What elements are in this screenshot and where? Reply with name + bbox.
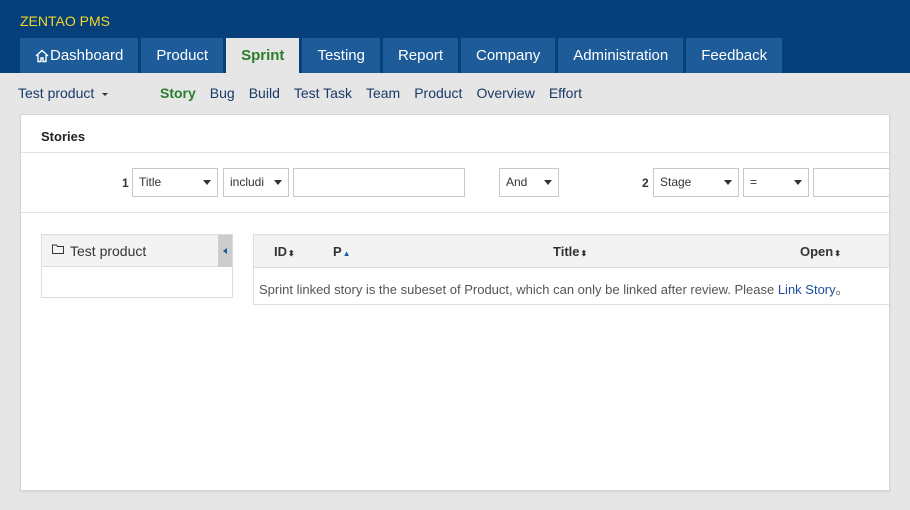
- column-open-label: Open: [800, 244, 834, 259]
- operator-select-2[interactable]: =: [743, 168, 809, 197]
- field-select-1-value: Title: [139, 175, 162, 189]
- field-select-2[interactable]: Stage: [653, 168, 739, 197]
- main-nav: Dashboard Product Sprint Testing Report …: [20, 38, 785, 73]
- collapse-tree-button[interactable]: [218, 235, 232, 267]
- tab-company[interactable]: Company: [461, 38, 556, 73]
- sort-asc-icon: ▲: [342, 249, 351, 258]
- column-id[interactable]: ID⬍: [274, 244, 295, 259]
- caret-down-icon: [102, 92, 109, 96]
- sub-menu: Story Bug Build Test Task Team Product O…: [160, 85, 596, 101]
- panel-title: Stories: [21, 115, 889, 153]
- link-story-link[interactable]: Link Story: [778, 282, 836, 297]
- field-select-1[interactable]: Title: [132, 168, 218, 197]
- operator-select-1[interactable]: includi: [223, 168, 289, 197]
- submenu-product[interactable]: Product: [414, 85, 462, 101]
- dropdown-arrow-icon: [203, 180, 211, 185]
- sort-icon: ⬍: [580, 249, 588, 258]
- value-input-1[interactable]: [293, 168, 465, 197]
- dropdown-arrow-icon: [724, 180, 732, 185]
- home-icon: [35, 49, 49, 62]
- tab-report[interactable]: Report: [382, 38, 458, 73]
- submenu-story[interactable]: Story: [160, 85, 196, 101]
- sub-nav-bar: Test product Story Bug Build Test Task T…: [0, 73, 910, 113]
- search-form: 1 Title includi And 2 Stage =: [21, 154, 889, 213]
- tab-product[interactable]: Product: [141, 38, 224, 73]
- column-priority[interactable]: P▲: [333, 244, 351, 259]
- table-header: ID⬍ P▲ Title⬍ Open⬍: [254, 235, 889, 268]
- folder-icon: [52, 244, 64, 254]
- dropdown-arrow-icon: [544, 180, 552, 185]
- product-switcher-label: Test product: [18, 85, 95, 101]
- tab-testing[interactable]: Testing: [302, 38, 380, 73]
- column-open[interactable]: Open⬍: [800, 244, 841, 259]
- dropdown-arrow-icon: [274, 180, 282, 185]
- tree-root-label[interactable]: Test product: [70, 243, 146, 259]
- top-bar: ZENTAO PMS Dashboard Product Sprint Test…: [0, 0, 910, 73]
- product-tree: Test product: [41, 234, 233, 298]
- submenu-effort[interactable]: Effort: [549, 85, 582, 101]
- submenu-build[interactable]: Build: [249, 85, 280, 101]
- submenu-bug[interactable]: Bug: [210, 85, 235, 101]
- column-id-label: ID: [274, 244, 287, 259]
- field-select-2-value: Stage: [660, 175, 692, 189]
- logic-select[interactable]: And: [499, 168, 559, 197]
- group-1-number: 1: [122, 176, 129, 190]
- logic-select-value: And: [506, 175, 528, 189]
- operator-select-1-value: includi: [230, 175, 265, 189]
- column-title[interactable]: Title⬍: [553, 244, 587, 259]
- empty-message-suffix: 。: [835, 282, 849, 297]
- tab-feedback[interactable]: Feedback: [686, 38, 783, 73]
- value-input-2[interactable]: [813, 168, 889, 197]
- tab-sprint[interactable]: Sprint: [226, 38, 300, 73]
- empty-message-text: Sprint linked story is the subeset of Pr…: [259, 282, 778, 297]
- dropdown-arrow-icon: [794, 180, 802, 185]
- column-priority-label: P: [333, 244, 342, 259]
- empty-message: Sprint linked story is the subeset of Pr…: [259, 279, 849, 298]
- group-2-number: 2: [642, 176, 649, 190]
- stories-panel: Stories 1 Title includi And 2 Stage = Te…: [20, 114, 890, 491]
- sort-icon: ⬍: [288, 249, 295, 258]
- tab-administration[interactable]: Administration: [558, 38, 684, 73]
- tab-label: Dashboard: [50, 46, 124, 64]
- story-table: ID⬍ P▲ Title⬍ Open⬍ Sprint linked story …: [253, 234, 889, 305]
- tab-dashboard[interactable]: Dashboard: [20, 38, 139, 73]
- product-switcher[interactable]: Test product: [18, 85, 109, 101]
- operator-select-2-value: =: [750, 175, 758, 189]
- submenu-team[interactable]: Team: [366, 85, 400, 101]
- submenu-overview[interactable]: Overview: [476, 85, 534, 101]
- tree-header: Test product: [42, 235, 232, 267]
- sort-icon: ⬍: [834, 249, 841, 258]
- column-title-label: Title: [553, 244, 580, 259]
- brand-logo: ZENTAO PMS: [20, 13, 110, 29]
- submenu-test-task[interactable]: Test Task: [294, 85, 352, 101]
